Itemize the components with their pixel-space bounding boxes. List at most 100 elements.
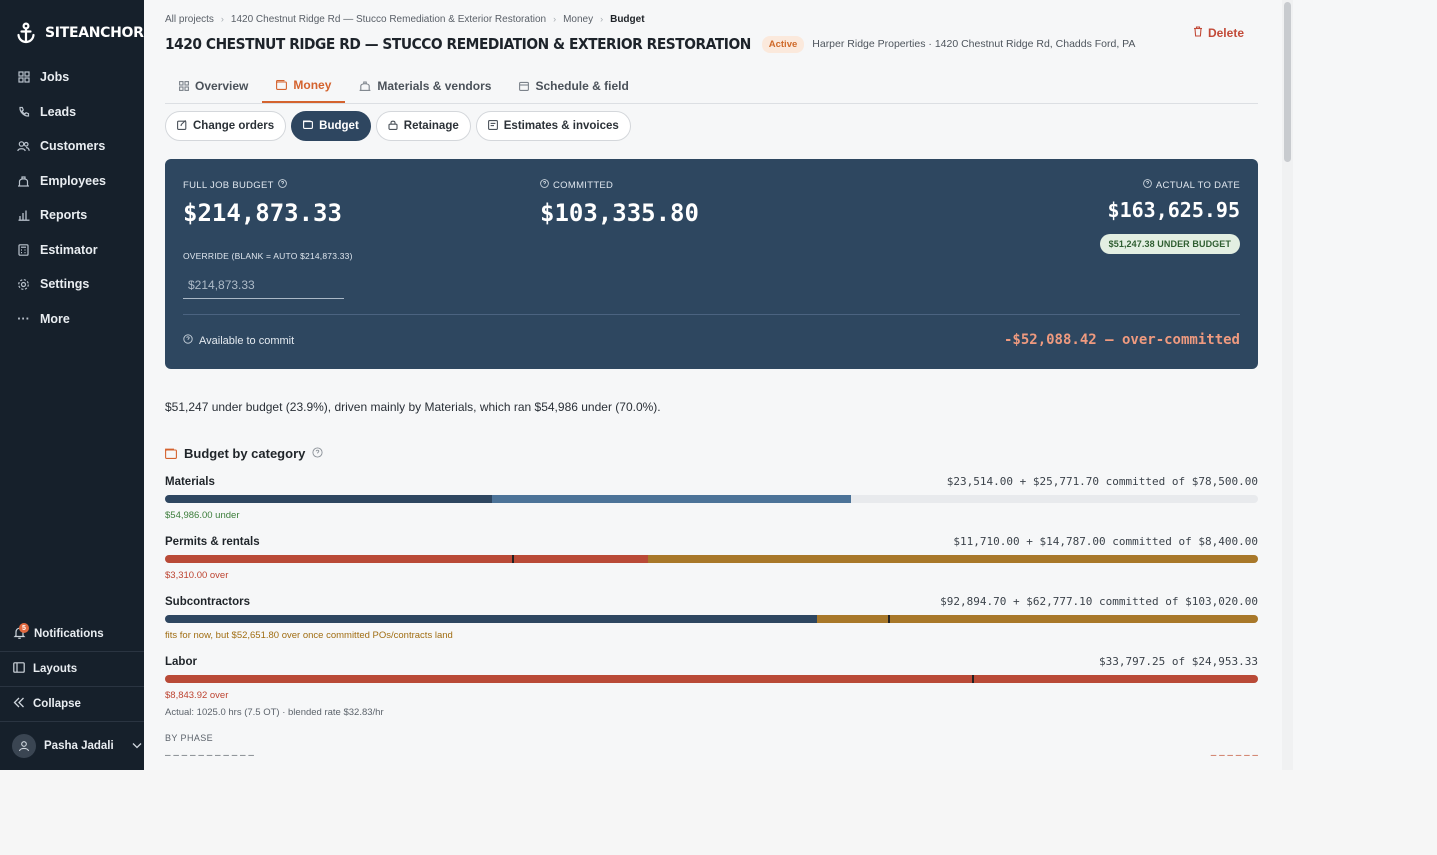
- main-content: All projects › 1420 Chestnut Ridge Rd — …: [144, 0, 1437, 770]
- tab-overview[interactable]: Overview: [165, 69, 262, 103]
- chevron-right-icon: ›: [600, 14, 604, 24]
- app-window: SITEANCHOR Jobs Leads Customers Employee…: [0, 0, 1437, 770]
- committed-value: $103,335.80: [540, 199, 699, 227]
- subtab-budget[interactable]: Budget: [291, 111, 371, 141]
- brand[interactable]: SITEANCHOR: [0, 0, 144, 52]
- collapse-button[interactable]: Collapse: [0, 687, 144, 722]
- wallet-icon: [276, 80, 288, 90]
- receipt-icon: [487, 119, 498, 133]
- ellipsis-icon: ···: [17, 311, 30, 326]
- actual-label: ACTUAL TO DATE: [1155, 179, 1240, 191]
- sidebar-item-employees[interactable]: Employees: [0, 164, 144, 199]
- lock-icon: [388, 120, 398, 133]
- user-menu[interactable]: Pasha Jadali: [0, 722, 144, 769]
- sidebar: SITEANCHOR Jobs Leads Customers Employee…: [0, 0, 144, 770]
- info-icon: [540, 179, 549, 191]
- tab-money[interactable]: Money: [262, 69, 346, 103]
- full-job-budget: FULL JOB BUDGET $214,873.33: [183, 179, 342, 227]
- sidebar-item-jobs[interactable]: Jobs: [0, 60, 144, 95]
- anchor-icon: [16, 21, 36, 45]
- committed-segment: [817, 615, 1258, 623]
- breadcrumb-all-projects[interactable]: All projects: [165, 14, 214, 25]
- double-chevron-left-icon: [13, 697, 25, 711]
- tab-materials-vendors[interactable]: Materials & vendors: [345, 69, 505, 103]
- actual-segment: [165, 555, 648, 563]
- breadcrumb-current: Budget: [610, 13, 645, 25]
- sidebar-footer: 5 Notifications Layouts Collapse Pasha J…: [0, 617, 144, 769]
- phone-icon: [17, 105, 30, 118]
- breadcrumb-money[interactable]: Money: [563, 14, 593, 25]
- notifications-button[interactable]: 5 Notifications: [0, 617, 144, 652]
- wallet-icon: [303, 120, 314, 132]
- budget-marker: [512, 555, 514, 563]
- calendar-icon: [519, 81, 530, 91]
- tab-label: Money: [293, 78, 332, 92]
- override-label: OVERRIDE (BLANK = AUTO $214,873.33): [183, 251, 353, 261]
- sidebar-item-customers[interactable]: Customers: [0, 129, 144, 164]
- notifications-label: Notifications: [34, 628, 104, 640]
- help-icon[interactable]: [277, 179, 287, 191]
- category-name: Materials: [165, 476, 215, 488]
- category-labor: Labor $33,797.25 of $24,953.33 $8,843.92…: [165, 655, 1258, 718]
- calculator-icon: [17, 243, 30, 256]
- avatar: [12, 733, 36, 758]
- help-icon[interactable]: [312, 446, 323, 461]
- breadcrumb-project[interactable]: 1420 Chestnut Ridge Rd — Stucco Remediat…: [231, 14, 546, 25]
- budget-marker: [972, 675, 974, 683]
- divider: [183, 314, 1240, 315]
- sidebar-nav: Jobs Leads Customers Employees Reports E…: [0, 60, 144, 336]
- category-progress-bar: [165, 615, 1258, 623]
- layout-icon: [13, 662, 25, 676]
- committed-label-row: COMMITTED: [540, 179, 699, 191]
- category-materials: Materials $23,514.00 + $25,771.70 commit…: [165, 475, 1258, 521]
- category-progress-bar: [165, 555, 1258, 563]
- page-header: 1420 CHESTNUT RIDGE RD — STUCCO REMEDIAT…: [165, 34, 1258, 54]
- committed-segment: [492, 495, 851, 503]
- subtab-retainage[interactable]: Retainage: [375, 111, 471, 141]
- full-job-budget-label-row: FULL JOB BUDGET: [183, 179, 342, 191]
- tab-label: Materials & vendors: [377, 79, 492, 93]
- actual-to-date: ACTUAL TO DATE $163,625.95 $51,247.38 UN…: [1099, 179, 1240, 254]
- subtab-estimates-invoices[interactable]: Estimates & invoices: [475, 111, 631, 141]
- category-variance: fits for now, but $52,651.80 over once c…: [165, 630, 453, 641]
- category-variance: $8,843.92 over: [165, 690, 229, 701]
- sidebar-item-label: Settings: [40, 277, 90, 292]
- sidebar-item-more[interactable]: ··· More: [0, 302, 144, 337]
- layouts-button[interactable]: Layouts: [0, 652, 144, 687]
- layouts-label: Layouts: [33, 663, 78, 675]
- page-title: 1420 CHESTNUT RIDGE RD — STUCCO REMEDIAT…: [165, 35, 751, 53]
- sidebar-item-leads[interactable]: Leads: [0, 95, 144, 130]
- chevron-right-icon: ›: [220, 14, 224, 24]
- tab-schedule-field[interactable]: Schedule & field: [505, 69, 642, 103]
- phase-row-cut-off: ‒ ‒ ‒ ‒ ‒ ‒ ‒ ‒ ‒ ‒ ‒ ‒ ‒ ‒ ‒ ‒ ‒: [165, 750, 1258, 758]
- committed-label: COMMITTED: [553, 179, 614, 191]
- sidebar-item-estimator[interactable]: Estimator: [0, 233, 144, 268]
- category-progress-bar: [165, 495, 1258, 503]
- sidebar-item-settings[interactable]: Settings: [0, 267, 144, 302]
- available-to-commit: Available to commit: [183, 334, 294, 347]
- by-phase-label: BY PHASE: [165, 733, 214, 743]
- section-title: Budget by category: [184, 446, 306, 461]
- delete-button[interactable]: Delete: [1193, 26, 1244, 40]
- category-variance: $54,986.00 under: [165, 510, 240, 521]
- budget-override-input[interactable]: [183, 271, 344, 299]
- actual-segment: [165, 495, 492, 503]
- category-variance: $3,310.00 over: [165, 570, 229, 581]
- actual-segment: [165, 615, 817, 623]
- chevron-right-icon: ›: [553, 14, 557, 24]
- main-tabs: Overview Money Materials & vendors Sched…: [165, 69, 1258, 104]
- notification-count-badge: 5: [19, 623, 29, 633]
- scrollbar-thumb[interactable]: [1284, 2, 1291, 162]
- subtab-change-orders[interactable]: Change orders: [165, 111, 287, 141]
- actual-segment: [165, 675, 1258, 683]
- team-icon: [17, 174, 30, 187]
- category-amount: $23,514.00 + $25,771.70 committed of $78…: [946, 475, 1258, 488]
- actual-value: $163,625.95: [1107, 198, 1240, 222]
- category-amount: $11,710.00 + $14,787.00 committed of $8,…: [953, 535, 1258, 548]
- category-progress-bar: [165, 675, 1258, 683]
- sidebar-item-reports[interactable]: Reports: [0, 198, 144, 233]
- sidebar-item-label: Estimator: [40, 242, 98, 257]
- phase-row-name: ‒ ‒ ‒ ‒ ‒ ‒ ‒ ‒ ‒ ‒ ‒: [165, 750, 254, 758]
- subtab-label: Retainage: [403, 120, 459, 132]
- available-value: -$52,088.42 — over-committed: [1003, 332, 1240, 348]
